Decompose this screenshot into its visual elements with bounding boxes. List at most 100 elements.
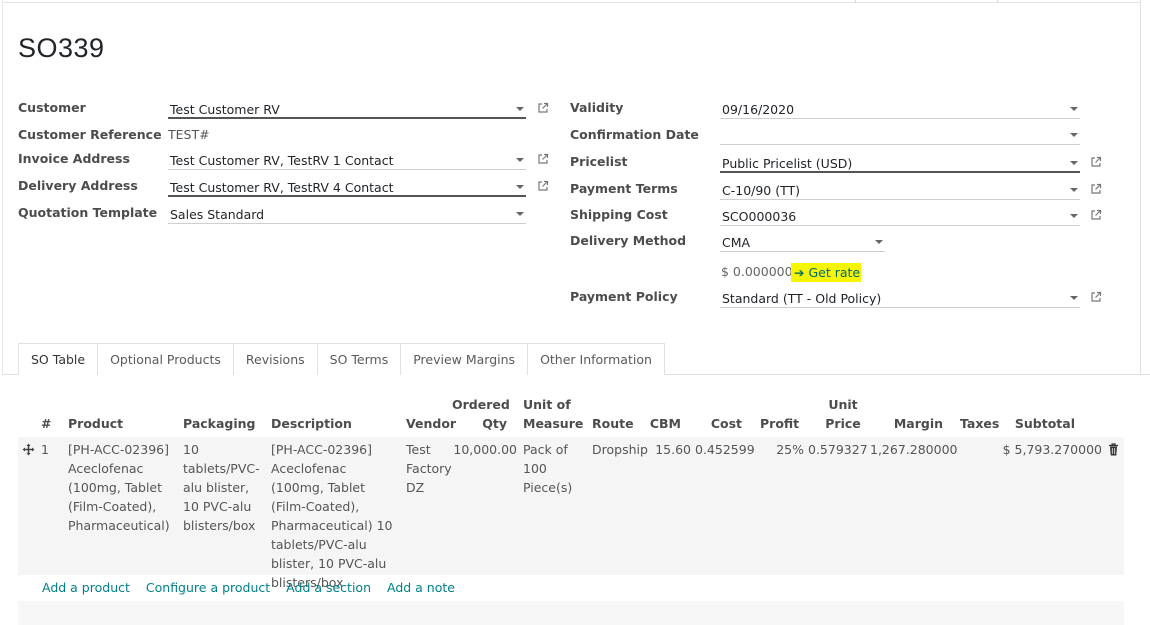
tab-so-terms[interactable]: SO Terms bbox=[316, 343, 402, 375]
external-link-icon[interactable] bbox=[1090, 156, 1102, 168]
row-ordered-qty[interactable]: 10,000.00 bbox=[452, 440, 517, 459]
col-number[interactable]: # bbox=[41, 414, 51, 433]
chevron-down-icon[interactable] bbox=[516, 107, 524, 111]
payment-policy-label: Payment Policy bbox=[570, 289, 678, 304]
chevron-down-icon[interactable] bbox=[516, 185, 524, 189]
chevron-down-icon[interactable] bbox=[516, 212, 524, 216]
invoice-address-field[interactable]: Test Customer RV, TestRV 1 Contact bbox=[168, 150, 526, 170]
external-link-icon[interactable] bbox=[537, 153, 549, 165]
add-section-link[interactable]: Add a section bbox=[286, 580, 371, 595]
confirmation-date-label: Confirmation Date bbox=[570, 127, 699, 142]
add-line-links: Add a product Configure a product Add a … bbox=[42, 580, 455, 595]
tab-other-information[interactable]: Other Information bbox=[527, 343, 665, 375]
row-unit-of-measure[interactable]: Pack of 100 Piece(s) bbox=[523, 440, 583, 497]
row-number: 1 bbox=[41, 442, 49, 457]
validity-field[interactable]: 09/16/2020 bbox=[720, 99, 1080, 119]
chevron-down-icon[interactable] bbox=[1070, 133, 1078, 137]
col-description[interactable]: Description bbox=[271, 414, 352, 433]
top-divider bbox=[997, 0, 998, 3]
left-border bbox=[2, 0, 3, 375]
external-link-icon[interactable] bbox=[537, 180, 549, 192]
col-profit[interactable]: Profit bbox=[760, 414, 799, 433]
col-vendor[interactable]: Vendor bbox=[406, 414, 456, 433]
validity-label: Validity bbox=[570, 100, 624, 115]
col-cbm[interactable]: CBM bbox=[645, 414, 681, 433]
add-product-link[interactable]: Add a product bbox=[42, 580, 130, 595]
table-footer bbox=[18, 601, 1124, 625]
col-ordered-qty[interactable]: Ordered Qty bbox=[452, 395, 510, 433]
tab-so-table[interactable]: SO Table bbox=[18, 343, 99, 375]
row-profit[interactable]: 25% bbox=[760, 440, 804, 459]
external-link-icon[interactable] bbox=[1090, 209, 1102, 221]
delivery-address-label: Delivery Address bbox=[18, 178, 138, 193]
payment-terms-label: Payment Terms bbox=[570, 181, 678, 196]
row-route[interactable]: Dropship bbox=[592, 440, 648, 459]
row-cost[interactable]: 0.452599 bbox=[695, 440, 755, 459]
pricelist-field[interactable]: Public Pricelist (USD) bbox=[720, 153, 1080, 173]
quotation-template-value: Sales Standard bbox=[170, 207, 265, 222]
shipping-cost-label: Shipping Cost bbox=[570, 207, 668, 222]
configure-product-link[interactable]: Configure a product bbox=[146, 580, 270, 595]
col-product[interactable]: Product bbox=[68, 414, 123, 433]
customer-reference-value[interactable]: TEST# bbox=[168, 127, 210, 142]
payment-terms-value: C-10/90 (TT) bbox=[722, 183, 801, 198]
delivery-method-select[interactable]: CMA bbox=[720, 232, 885, 252]
notebook-tabs: SO Table Optional Products Revisions SO … bbox=[18, 343, 665, 375]
validity-value: 09/16/2020 bbox=[722, 102, 795, 117]
page-title: SO339 bbox=[18, 33, 105, 63]
col-margin[interactable]: Margin bbox=[880, 414, 943, 433]
row-description[interactable]: [PH-ACC-02396] Aceclofenac (100mg, Table… bbox=[271, 440, 399, 592]
col-unit-price[interactable]: Unit Price bbox=[824, 395, 862, 433]
delivery-price: $ 0.000000 bbox=[721, 264, 793, 279]
delivery-method-value: CMA bbox=[722, 235, 751, 250]
customer-label: Customer bbox=[18, 100, 86, 115]
row-margin[interactable]: 1,267.280000 bbox=[870, 440, 957, 459]
external-link-icon[interactable] bbox=[1090, 291, 1102, 303]
tab-optional-products[interactable]: Optional Products bbox=[97, 343, 234, 375]
chevron-down-icon[interactable] bbox=[1070, 188, 1078, 192]
col-taxes[interactable]: Taxes bbox=[960, 414, 999, 433]
payment-policy-field[interactable]: Standard (TT - Old Policy) bbox=[720, 288, 1080, 308]
delivery-address-field[interactable]: Test Customer RV, TestRV 4 Contact bbox=[168, 177, 526, 197]
external-link-icon[interactable] bbox=[537, 102, 549, 114]
quotation-template-select[interactable]: Sales Standard bbox=[168, 204, 526, 224]
row-packaging[interactable]: 10 tablets/PVC-alu blister, 10 PVC-alu b… bbox=[183, 440, 265, 535]
arrow-right-icon: ➔ bbox=[794, 265, 805, 280]
col-packaging[interactable]: Packaging bbox=[183, 414, 256, 433]
col-unit-of-measure[interactable]: Unit of Measure bbox=[523, 395, 583, 433]
row-subtotal: $ 5,793.270000 bbox=[1002, 442, 1102, 457]
chevron-down-icon[interactable] bbox=[1070, 214, 1078, 218]
add-note-link[interactable]: Add a note bbox=[387, 580, 455, 595]
shipping-cost-field[interactable]: SCO000036 bbox=[720, 206, 1080, 226]
confirmation-date-field[interactable] bbox=[720, 125, 1080, 145]
chevron-down-icon[interactable] bbox=[516, 158, 524, 162]
top-divider bbox=[855, 0, 856, 3]
move-handle-icon[interactable] bbox=[22, 443, 35, 456]
row-cbm[interactable]: 15.60 bbox=[645, 440, 691, 459]
payment-terms-field[interactable]: C-10/90 (TT) bbox=[720, 180, 1080, 200]
invoice-address-value: Test Customer RV, TestRV 1 Contact bbox=[170, 153, 394, 168]
chevron-down-icon[interactable] bbox=[875, 240, 883, 244]
row-product[interactable]: [PH-ACC-02396] Aceclofenac (100mg, Table… bbox=[68, 440, 178, 535]
tab-preview-margins[interactable]: Preview Margins bbox=[400, 343, 529, 375]
get-rate-label: Get rate bbox=[808, 265, 861, 280]
delivery-method-label: Delivery Method bbox=[570, 233, 687, 248]
chevron-down-icon[interactable] bbox=[1070, 161, 1078, 165]
right-border bbox=[1140, 0, 1141, 375]
col-subtotal[interactable]: Subtotal bbox=[1010, 414, 1075, 433]
chevron-down-icon[interactable] bbox=[1070, 296, 1078, 300]
col-cost[interactable]: Cost bbox=[700, 414, 742, 433]
tab-revisions[interactable]: Revisions bbox=[232, 343, 318, 375]
quotation-template-label: Quotation Template bbox=[18, 205, 158, 220]
row-vendor[interactable]: Test Factory DZ bbox=[406, 440, 456, 497]
col-route[interactable]: Route bbox=[592, 414, 634, 433]
payment-policy-value: Standard (TT - Old Policy) bbox=[722, 291, 882, 306]
external-link-icon[interactable] bbox=[1090, 183, 1102, 195]
chevron-down-icon[interactable] bbox=[1070, 107, 1078, 111]
customer-field[interactable]: Test Customer RV bbox=[168, 99, 526, 119]
trash-icon[interactable] bbox=[1108, 443, 1119, 456]
row-unit-price[interactable]: 0.579327 bbox=[808, 440, 868, 459]
top-border bbox=[2, 0, 1140, 3]
get-rate-button[interactable]: ➔ Get rate bbox=[791, 263, 861, 282]
pricelist-label: Pricelist bbox=[570, 154, 628, 169]
